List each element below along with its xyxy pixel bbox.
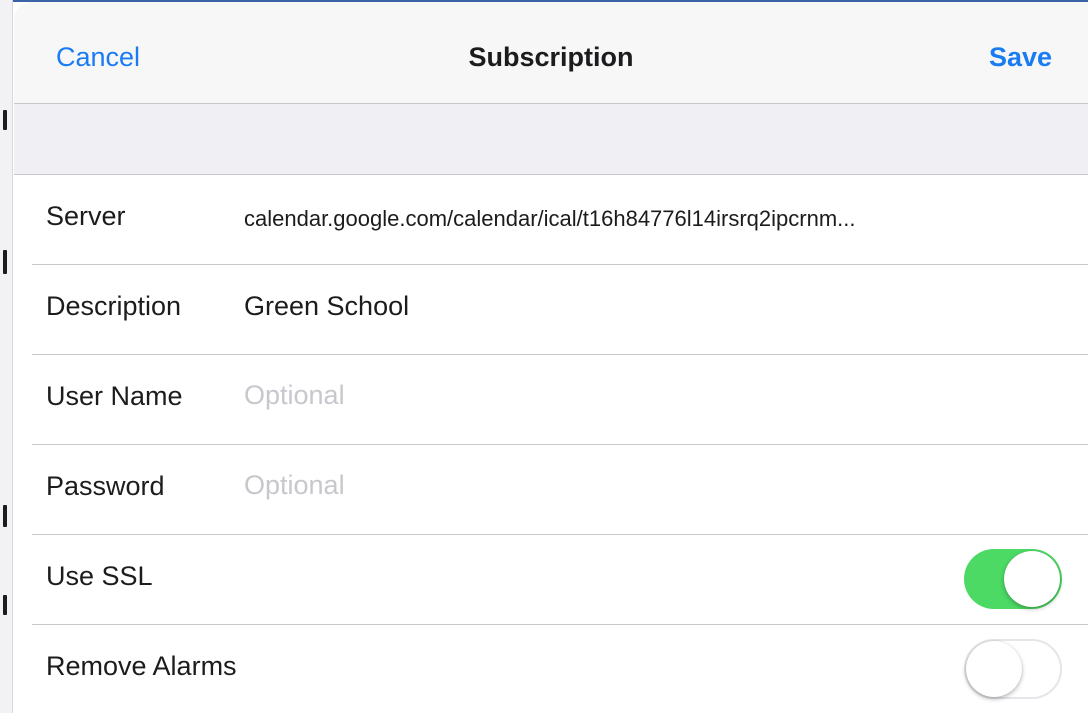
edge-mark [3, 250, 7, 274]
server-field[interactable]: calendar.google.com/calendar/ical/t16h84… [244, 206, 855, 232]
use-ssl-label: Use SSL [46, 561, 153, 591]
subscription-sheet: Cancel Subscription Save Server calendar… [14, 2, 1088, 713]
use-ssl-row: Use SSL [32, 535, 1088, 625]
username-field[interactable] [244, 375, 844, 415]
server-row[interactable]: Server calendar.google.com/calendar/ical… [32, 175, 1088, 265]
server-label: Server [46, 201, 126, 231]
username-label: User Name [46, 381, 183, 411]
navigation-bar: Cancel Subscription Save [14, 2, 1088, 104]
edge-mark [3, 505, 7, 527]
page-title: Subscription [468, 42, 634, 72]
edge-mark [3, 595, 7, 615]
password-label: Password [46, 471, 165, 501]
background-window-edge [0, 0, 13, 713]
use-ssl-toggle[interactable] [964, 549, 1062, 609]
password-field[interactable] [244, 465, 844, 505]
subscription-form: Server calendar.google.com/calendar/ical… [14, 175, 1088, 713]
remove-alarms-toggle[interactable] [964, 639, 1062, 699]
remove-alarms-label: Remove Alarms [46, 651, 237, 681]
password-row[interactable]: Password [32, 445, 1088, 535]
toggle-knob [966, 641, 1022, 697]
save-button[interactable]: Save [989, 42, 1052, 73]
toggle-knob [1004, 551, 1060, 607]
username-row[interactable]: User Name [32, 355, 1088, 445]
remove-alarms-row: Remove Alarms [32, 625, 1088, 713]
description-label: Description [46, 291, 182, 321]
edge-mark [3, 110, 7, 130]
description-row[interactable]: Description Green School [32, 265, 1088, 355]
section-spacer [14, 104, 1088, 175]
description-field[interactable]: Green School [244, 291, 409, 322]
